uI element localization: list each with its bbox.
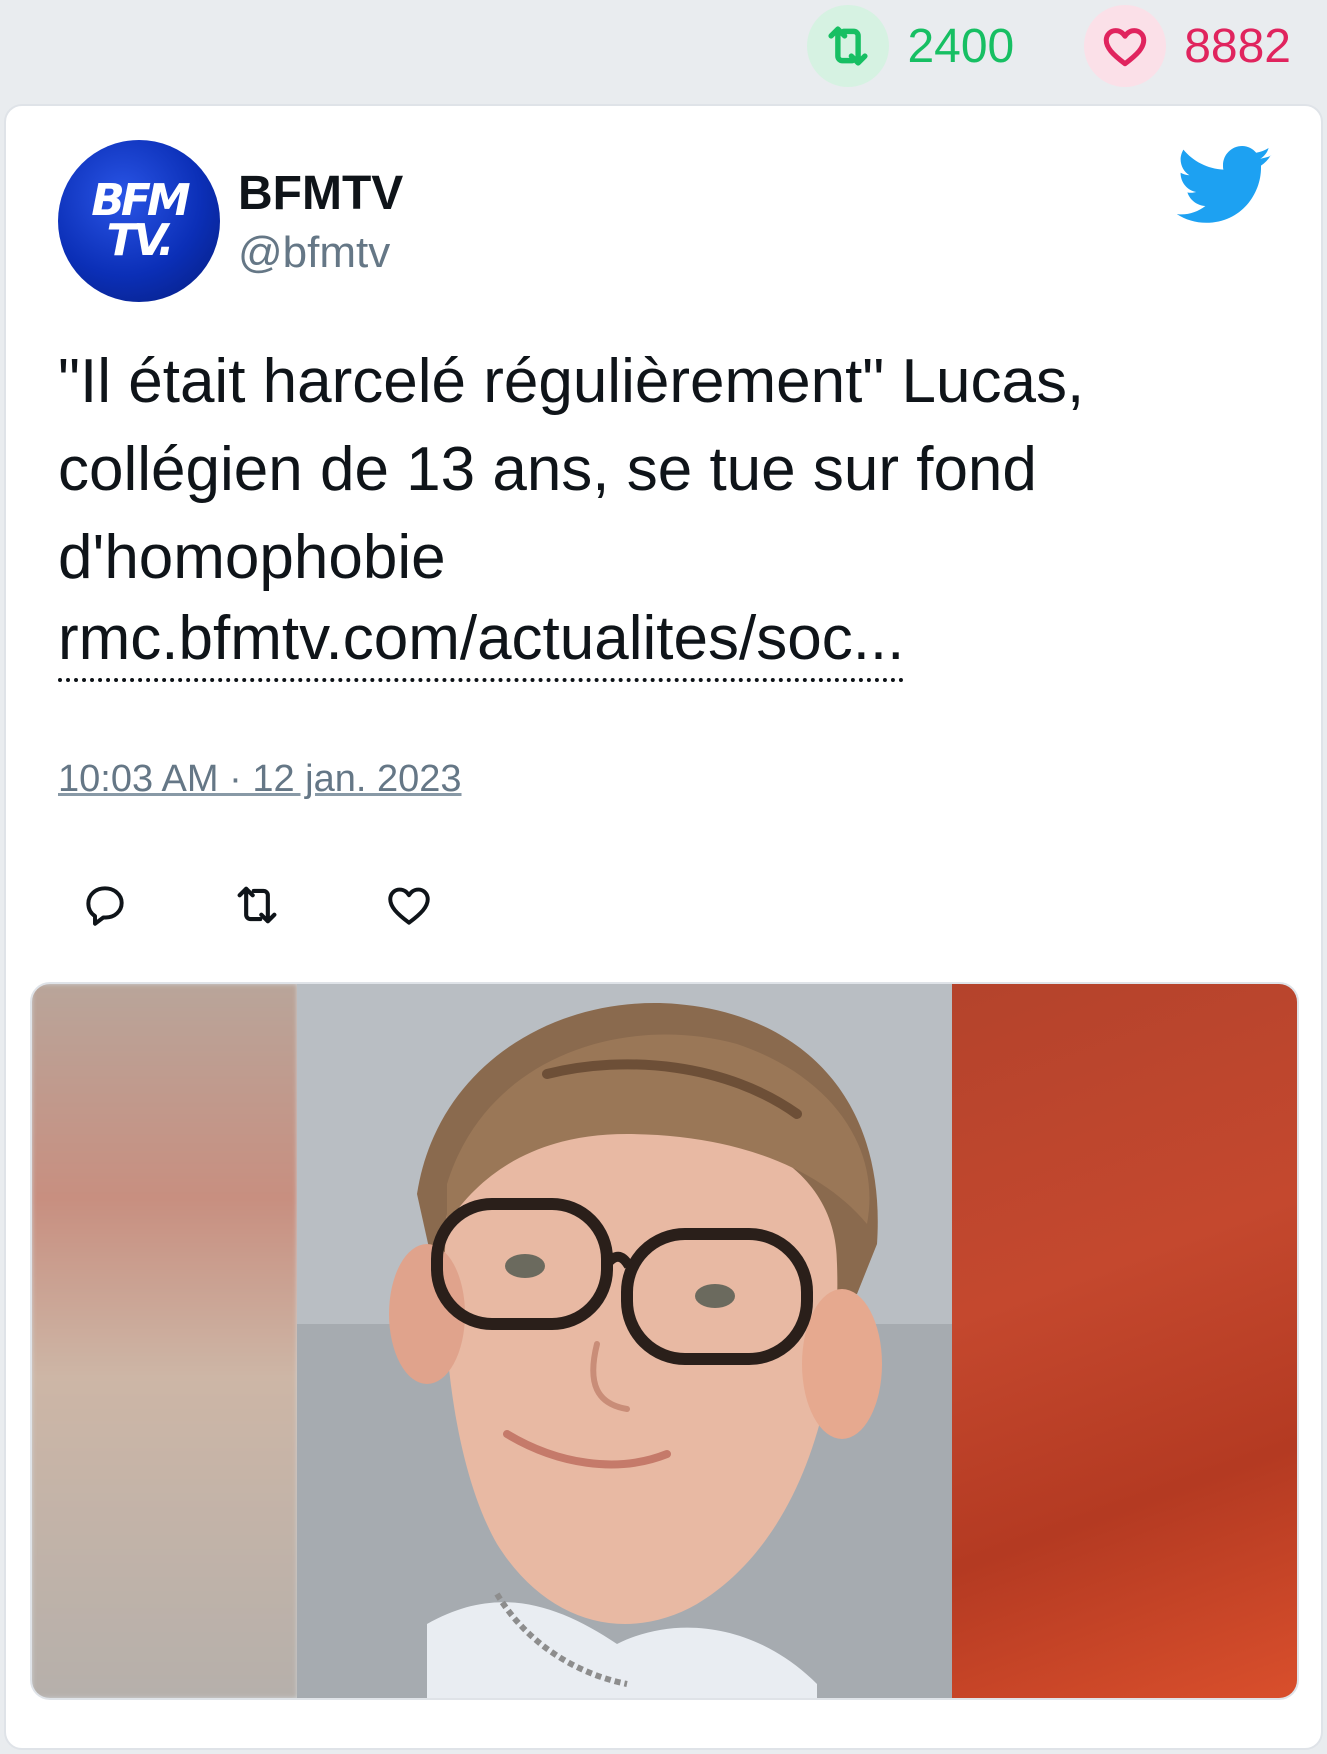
tweet-text-line: collégien de 13 ans, se tue sur fond: [58, 435, 1037, 504]
author-handle[interactable]: @bfmtv: [238, 228, 390, 278]
tweet-text-line: d'homophobie: [58, 523, 446, 592]
tweet-card[interactable]: BFM TV. BFMTV @bfmtv "Il était harcelé r…: [4, 104, 1323, 1750]
heart-icon: [1084, 5, 1167, 87]
tweet-media-image[interactable]: [30, 982, 1299, 1700]
tweet-link[interactable]: rmc.bfmtv.com/actualites/soc...: [58, 602, 905, 682]
retweet-count-stat: 2400: [807, 5, 1014, 87]
avatar[interactable]: BFM TV.: [58, 140, 220, 302]
author-name[interactable]: BFMTV: [238, 166, 403, 221]
avatar-text-line2: TV.: [106, 215, 175, 266]
tweet-timestamp[interactable]: 10:03 AM · 12 jan. 2023: [58, 758, 462, 801]
tweet-actions: [78, 878, 534, 932]
retweet-count: 2400: [907, 19, 1015, 73]
media-right-red-panel: [952, 984, 1297, 1698]
twitter-bird-icon[interactable]: [1176, 146, 1273, 226]
tweet-text: "Il était harcelé régulièrement" Lucas, …: [58, 338, 1238, 682]
like-count-stat: 8882: [1084, 5, 1291, 87]
retweet-icon[interactable]: [230, 878, 284, 932]
like-count: 8882: [1184, 19, 1291, 73]
reply-icon[interactable]: [78, 878, 132, 932]
media-left-blurred-panel: [32, 984, 297, 1698]
heart-icon[interactable]: [382, 878, 436, 932]
portrait-photo: [297, 984, 952, 1698]
engagement-stats: 2400 8882: [807, 0, 1327, 92]
retweet-icon: [807, 5, 890, 87]
tweet-text-line: "Il était harcelé régulièrement" Lucas,: [58, 347, 1085, 416]
